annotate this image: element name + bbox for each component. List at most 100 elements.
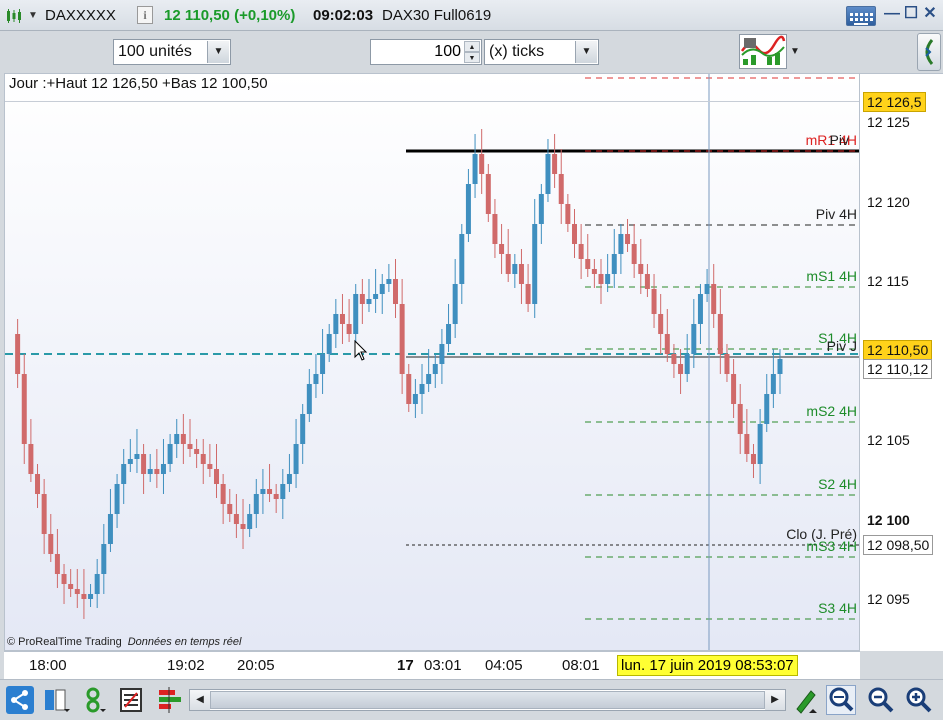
candle-body xyxy=(578,244,584,259)
candle-body xyxy=(220,484,226,504)
price-tick: 12 115 xyxy=(867,273,909,289)
candle-body xyxy=(684,354,690,374)
candle-body xyxy=(253,494,259,514)
ticks-select[interactable]: (x) ticks ▼ xyxy=(484,39,599,65)
candle-body xyxy=(346,324,352,334)
candle-body xyxy=(187,444,193,449)
info-icon[interactable]: i xyxy=(137,6,153,24)
quantity-stepper[interactable]: 100 ▲ ▼ xyxy=(370,39,482,65)
candle-body xyxy=(764,394,770,424)
candle-body xyxy=(227,504,233,514)
candle-body xyxy=(618,234,624,254)
candle-body xyxy=(571,224,577,244)
candle-body xyxy=(127,459,133,464)
title-bar: ▼ DAXXXXX i 12 110,50 (+0,10%) 09:02:03 … xyxy=(0,0,943,31)
candle-body xyxy=(678,364,684,374)
time-axis[interactable]: 18:00 19:02 20:05 17 03:01 04:05 08:01 l… xyxy=(4,651,860,679)
candle-body xyxy=(121,464,127,484)
chevron-down-icon[interactable]: ▼ xyxy=(790,46,800,57)
maximize-button[interactable]: ☐ xyxy=(903,6,919,22)
level-label-s2: S2 4H xyxy=(818,476,857,492)
scroll-left-icon[interactable]: ◀ xyxy=(190,690,210,710)
zoom-out-icon[interactable] xyxy=(866,685,896,715)
keyboard-icon[interactable] xyxy=(846,6,876,26)
candle-body xyxy=(267,489,273,494)
mouse-pointer-icon xyxy=(354,339,368,361)
candle-body xyxy=(15,334,21,374)
candle-body xyxy=(598,274,604,284)
symbol-name[interactable]: DAXXXXX xyxy=(45,0,116,31)
candle-body xyxy=(717,314,723,354)
candle-body xyxy=(446,324,452,344)
candle-body xyxy=(393,279,398,304)
scroll-thumb[interactable] xyxy=(210,691,765,709)
price-axis[interactable]: 12 126,5 12 125 12 120 12 115 12 110,50 … xyxy=(860,73,943,651)
candlestick-plot[interactable] xyxy=(5,74,860,651)
quantity-value[interactable]: 100 xyxy=(434,43,461,60)
chevron-down-icon[interactable]: ▼ xyxy=(207,41,229,63)
bottom-toolbar: ◀ ▶ xyxy=(0,679,943,720)
candle-body xyxy=(35,474,41,494)
candle-body xyxy=(174,434,180,444)
price-tick: 12 125 xyxy=(867,114,910,130)
candle-body xyxy=(724,354,730,374)
last-price-tag: 12 110,50 xyxy=(863,340,933,360)
prorealtime-window: ▼ DAXXXXX i 12 110,50 (+0,10%) 09:02:03 … xyxy=(0,0,943,720)
candle-body xyxy=(88,594,94,599)
scroll-right-icon[interactable]: ▶ xyxy=(765,690,785,710)
share-icon[interactable] xyxy=(5,685,35,715)
candle-body xyxy=(492,214,498,244)
candle-body xyxy=(21,374,27,444)
candle-body xyxy=(518,264,524,284)
layout-icon[interactable] xyxy=(42,685,72,715)
candle-body xyxy=(28,444,34,474)
indicator-icon[interactable] xyxy=(80,685,110,715)
candle-body xyxy=(737,404,743,434)
candle-body xyxy=(260,489,266,494)
chart-scrollbar[interactable]: ◀ ▶ xyxy=(189,689,786,711)
candle-body xyxy=(48,534,54,554)
candle-body xyxy=(233,514,239,524)
candle-body xyxy=(439,344,445,364)
candle-body xyxy=(200,454,206,464)
decrement-icon[interactable]: ▼ xyxy=(464,52,480,63)
bars-icon[interactable] xyxy=(155,685,185,715)
candle-body xyxy=(280,484,286,499)
zoom-in-icon[interactable] xyxy=(904,685,934,715)
minimize-button[interactable]: — xyxy=(884,6,900,22)
candle-body xyxy=(432,364,438,374)
price-tick: 12 120 xyxy=(867,194,910,210)
candle-body xyxy=(406,374,412,404)
candle-body xyxy=(41,494,47,534)
increment-icon[interactable]: ▲ xyxy=(464,41,480,52)
close-button[interactable]: ✕ xyxy=(922,6,938,22)
candle-body xyxy=(744,434,750,454)
level-label-piv4h: Piv 4H xyxy=(815,206,857,222)
candle-body xyxy=(293,444,299,474)
units-select[interactable]: 100 unités ▼ xyxy=(113,39,231,65)
drawing-tools-icon[interactable] xyxy=(791,685,821,715)
candlestick-icon[interactable] xyxy=(6,8,22,24)
chevron-down-icon[interactable]: ▼ xyxy=(575,41,597,63)
candle-body xyxy=(452,284,458,324)
candle-body xyxy=(512,264,518,274)
candle-body xyxy=(379,284,385,294)
symbol-dropdown-icon[interactable]: ▼ xyxy=(28,0,38,31)
candle-body xyxy=(485,174,491,214)
time-tick: 08:01 xyxy=(562,657,600,674)
candle-body xyxy=(141,454,147,474)
candle-body xyxy=(61,574,67,584)
zoom-active-icon[interactable] xyxy=(826,685,856,715)
units-select-value: 100 unités xyxy=(118,43,192,60)
list-icon[interactable] xyxy=(117,685,147,715)
price-tick: 12 095 xyxy=(867,591,910,607)
candle-body xyxy=(194,449,200,454)
price-tick: 12 105 xyxy=(867,432,910,448)
candle-body xyxy=(777,359,783,374)
side-panel-toggle[interactable] xyxy=(917,33,941,71)
strategy-indicator-icon[interactable] xyxy=(739,34,787,69)
candle-body xyxy=(286,474,292,484)
candle-body xyxy=(552,154,558,174)
price-chart[interactable]: Jour :+Haut 12 126,50 +Bas 12 100,50 mR1… xyxy=(4,73,860,651)
candle-body xyxy=(651,289,657,314)
